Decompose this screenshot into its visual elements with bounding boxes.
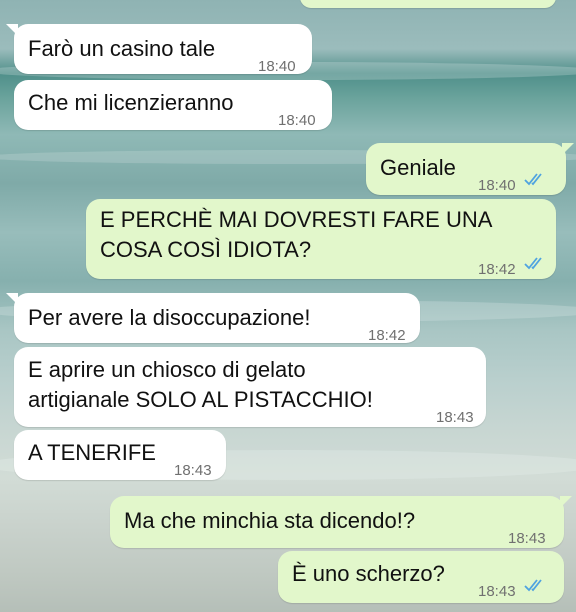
message-text: E PERCHÈ MAI DOVRESTI FARE UNA COSA COSÌ… bbox=[100, 207, 493, 262]
message-text: Che mi licenzieranno bbox=[28, 90, 234, 115]
message-timestamp: 18:40 bbox=[258, 58, 296, 75]
message-bubble-outgoing[interactable]: È uno scherzo? 18:43 bbox=[278, 551, 564, 603]
message-text: Per avere la disoccupazione! bbox=[28, 305, 311, 330]
message-bubble-outgoing[interactable]: E PERCHÈ MAI DOVRESTI FARE UNA COSA COSÌ… bbox=[86, 199, 556, 279]
message-text: A TENERIFE bbox=[28, 440, 156, 465]
message-timestamp: 18:42 bbox=[478, 261, 516, 278]
message-bubble-outgoing[interactable]: Geniale 18:40 bbox=[366, 143, 574, 195]
message-timestamp: 18:43 bbox=[174, 462, 212, 479]
double-check-read-icon bbox=[524, 173, 542, 186]
message-bubble-outgoing[interactable]: Ma che minchia sta dicendo!? 18:43 bbox=[110, 496, 572, 548]
message-text: Geniale bbox=[380, 155, 456, 180]
message-text: Farò un casino tale bbox=[28, 36, 216, 61]
double-check-read-icon bbox=[524, 257, 542, 270]
message-text: Ma che minchia sta dicendo!? bbox=[124, 508, 416, 533]
message-timestamp: 18:43 bbox=[478, 583, 516, 600]
message-timestamp: 18:43 bbox=[436, 409, 474, 426]
message-bubble-incoming[interactable]: Farò un casino tale 18:40 bbox=[6, 24, 312, 75]
message-bubble-incoming[interactable]: Che mi licenzieranno 18:40 bbox=[14, 80, 332, 130]
message-bubble-outgoing-partial bbox=[300, 0, 556, 8]
message-timestamp: 18:40 bbox=[278, 112, 316, 129]
message-text: E aprire un chiosco di gelato artigianal… bbox=[28, 357, 373, 412]
double-check-read-icon bbox=[524, 579, 542, 592]
message-bubble-incoming[interactable]: E aprire un chiosco di gelato artigianal… bbox=[14, 347, 486, 427]
message-text: È uno scherzo? bbox=[292, 561, 445, 586]
message-timestamp: 18:43 bbox=[508, 530, 546, 547]
message-timestamp: 18:40 bbox=[478, 177, 516, 194]
message-bubble-incoming[interactable]: A TENERIFE 18:43 bbox=[14, 430, 226, 480]
message-bubble-incoming[interactable]: Per avere la disoccupazione! 18:42 bbox=[6, 293, 420, 344]
